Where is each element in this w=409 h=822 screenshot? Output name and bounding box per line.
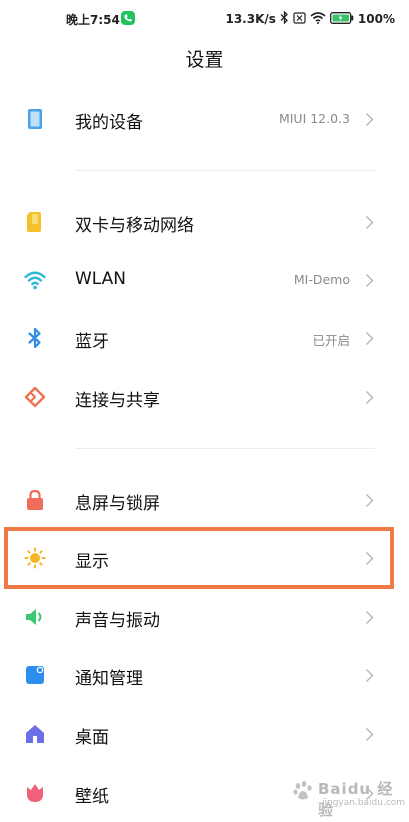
settings-item-label: 蓝牙 xyxy=(75,332,109,352)
tulip-icon xyxy=(24,782,46,804)
watermark: Baidu 经验 jingyan.baidu.com xyxy=(288,778,406,819)
section-divider xyxy=(75,170,375,171)
settings-item-label: 通知管理 xyxy=(75,669,143,689)
baidu-paw-icon xyxy=(292,780,314,806)
chevron-right-icon xyxy=(365,215,374,230)
settings-item-label: 桌面 xyxy=(75,728,109,748)
chevron-right-icon xyxy=(365,493,374,508)
share-icon xyxy=(24,386,46,408)
section-divider xyxy=(75,448,375,449)
battery-percent: 100% xyxy=(357,12,395,26)
settings-item-label: 双卡与移动网络 xyxy=(75,216,194,236)
battery-icon xyxy=(329,11,354,27)
home-icon xyxy=(24,723,46,745)
settings-item-label: 我的设备 xyxy=(75,113,143,133)
highlight-box xyxy=(4,527,394,589)
chevron-right-icon xyxy=(365,727,374,742)
bluetooth-icon xyxy=(24,327,46,349)
settings-item-label: 连接与共享 xyxy=(75,391,160,411)
settings-item-label: 声音与振动 xyxy=(75,611,160,631)
notification-icon xyxy=(24,664,46,686)
device-icon xyxy=(24,108,46,130)
settings-item-value: 已开启 xyxy=(312,333,350,348)
network-speed: 13.3K/s xyxy=(225,12,276,26)
watermark-sub: jingyan.baidu.com xyxy=(322,798,406,808)
status-bar: 晚上7:54 13.3K/s 100% xyxy=(0,0,409,38)
chevron-right-icon xyxy=(365,273,374,288)
settings-item-lock-screen[interactable]: 息屏与锁屏 xyxy=(0,471,400,529)
chevron-right-icon xyxy=(365,390,374,405)
status-indicators: 13.3K/s 100% xyxy=(225,10,395,27)
settings-item-connection-sharing[interactable]: 连接与共享 xyxy=(0,368,400,426)
bluetooth-status-icon xyxy=(280,10,289,27)
wifi-icon xyxy=(24,269,46,291)
settings-item-value: MIUI 12.0.3 xyxy=(278,111,350,126)
settings-item-bluetooth[interactable]: 蓝牙 已开启 xyxy=(0,309,400,367)
lock-icon xyxy=(24,489,46,511)
settings-item-wlan[interactable]: WLAN MI-Demo xyxy=(0,251,400,309)
sim-off-icon xyxy=(293,11,306,27)
sim-card-icon xyxy=(24,211,46,233)
settings-item-home-screen[interactable]: 桌面 xyxy=(0,705,400,763)
page-title: 设置 xyxy=(185,49,224,71)
chevron-right-icon xyxy=(365,112,374,127)
settings-item-value: MI-Demo xyxy=(293,272,350,287)
settings-item-dual-sim[interactable]: 双卡与移动网络 xyxy=(0,193,400,251)
settings-item-my-device[interactable]: 我的设备 MIUI 12.0.3 xyxy=(0,90,400,148)
chevron-right-icon xyxy=(365,610,374,625)
settings-item-label: 壁纸 xyxy=(75,787,109,807)
status-time: 晚上7:54 xyxy=(66,13,120,27)
wifi-status-icon xyxy=(310,11,326,27)
speaker-icon xyxy=(24,606,46,628)
settings-item-notifications[interactable]: 通知管理 xyxy=(0,646,400,704)
settings-item-label: 息屏与锁屏 xyxy=(75,494,160,514)
call-icon xyxy=(121,11,135,25)
chevron-right-icon xyxy=(365,331,374,346)
settings-item-label: WLAN xyxy=(75,269,127,289)
chevron-right-icon xyxy=(365,668,374,683)
settings-item-sound-vibration[interactable]: 声音与振动 xyxy=(0,588,400,646)
